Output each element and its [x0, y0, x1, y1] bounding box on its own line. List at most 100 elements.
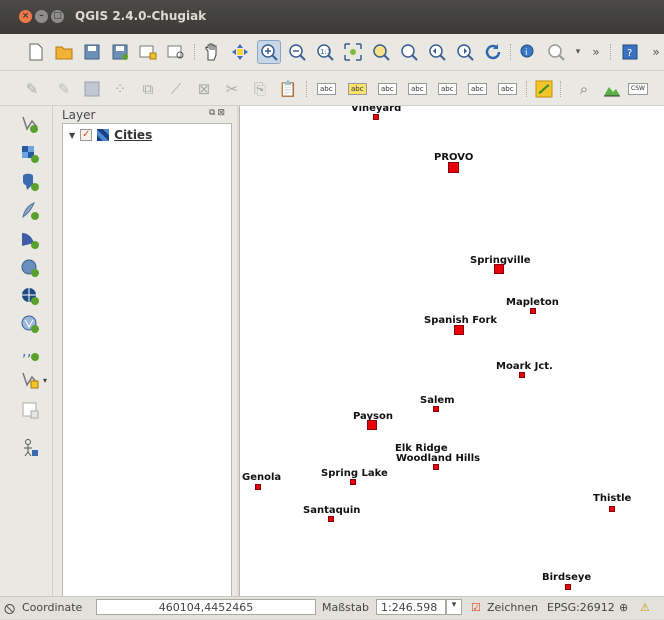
more-icon[interactable]: » — [584, 40, 608, 64]
digitize-pencil-icon[interactable]: ✎ — [20, 77, 44, 101]
zoom-to-layer-icon[interactable] — [369, 40, 393, 64]
city-point — [609, 506, 615, 512]
add-feature-icon[interactable]: ⁘ — [108, 77, 132, 101]
layer-name[interactable]: Cities — [114, 128, 152, 142]
add-raster-layer-icon[interactable] — [18, 142, 42, 166]
zoom-next-icon[interactable] — [453, 40, 477, 64]
svg-text:,: , — [27, 344, 31, 360]
chevron-down-icon[interactable]: ▾ — [40, 368, 50, 392]
toggle-edit-icon[interactable]: ✎ — [52, 77, 76, 101]
scale-combobox[interactable]: 1:246.598 — [376, 599, 446, 615]
zoom-native-icon[interactable]: 1:1 — [313, 40, 337, 64]
add-wcs-layer-icon[interactable] — [18, 284, 42, 308]
add-wms-layer-icon[interactable] — [18, 256, 42, 280]
pan-icon[interactable] — [200, 40, 224, 64]
copy-features-icon[interactable]: ⎘ — [248, 77, 272, 101]
node-tool-icon[interactable]: ⟋ — [164, 77, 188, 101]
rotate-label-icon[interactable]: abc — [468, 83, 487, 95]
city-label: Mapleton — [506, 297, 559, 308]
city-point — [367, 420, 377, 430]
paste-features-icon[interactable]: 📋 — [276, 77, 300, 101]
layer-visibility-checkbox[interactable]: ✓ — [80, 129, 93, 141]
add-mssql-layer-icon[interactable] — [18, 228, 42, 252]
pan-to-selection-icon[interactable] — [228, 40, 252, 64]
help-icon[interactable]: ? — [618, 40, 642, 64]
svg-text:1:1: 1:1 — [320, 48, 331, 56]
city-point — [519, 372, 525, 378]
more-icon-2[interactable]: » — [644, 40, 664, 64]
expand-arrow-icon[interactable]: ▼ — [69, 131, 75, 140]
city-point — [494, 264, 504, 274]
zoom-full-icon[interactable] — [341, 40, 365, 64]
new-shapefile-layer-icon[interactable] — [18, 368, 42, 392]
label-tool-icon[interactable]: abc — [317, 83, 336, 95]
refresh-icon[interactable] — [481, 40, 505, 64]
title-bar: × – □ QGIS 2.4.0-Chugiak — [0, 0, 664, 34]
city-label: Genola — [242, 472, 282, 483]
layer-labeling-icon[interactable]: abc — [348, 83, 367, 95]
zoom-to-selection-icon[interactable] — [397, 40, 421, 64]
main-toolbar: 1:1 i ▾ » ? » — [0, 34, 664, 71]
new-project-icon[interactable] — [24, 40, 48, 64]
plugin-icon[interactable] — [532, 77, 556, 101]
city-label: Spring Lake — [321, 468, 388, 479]
render-label: Zeichnen — [487, 601, 539, 614]
move-feature-icon[interactable]: ⧉ — [136, 77, 160, 101]
add-postgis-layer-icon[interactable] — [18, 170, 42, 194]
coordinate-label: Coordinate — [22, 601, 83, 614]
layer-row-cities[interactable]: ▼ ✓ Cities — [69, 128, 152, 142]
render-checkbox[interactable]: ☑ — [471, 601, 481, 614]
status-bar: 🛇 Coordinate 460104,4452465 Maßstab 1:24… — [0, 596, 664, 619]
new-print-composer-icon[interactable] — [136, 40, 160, 64]
layer-tree: ▼ ✓ Cities — [62, 123, 232, 599]
show-hide-labels-icon[interactable]: abc — [408, 83, 427, 95]
delete-selected-icon[interactable]: ⊠ — [192, 77, 216, 101]
terrain-icon[interactable] — [600, 77, 624, 101]
move-label-icon[interactable]: abc — [438, 83, 457, 95]
city-point — [448, 162, 459, 173]
city-point — [433, 464, 439, 470]
projection-globe-icon[interactable]: ⊕ — [619, 601, 628, 614]
map-canvas[interactable]: Vineyard PROVO Springville Mapleton Span… — [239, 106, 664, 596]
city-label: Woodland Hills — [396, 453, 481, 464]
city-point — [255, 484, 261, 490]
coordinate-toggle-icon[interactable]: 🛇 — [4, 601, 15, 620]
select-icon[interactable] — [544, 40, 568, 64]
remove-layer-icon[interactable] — [18, 398, 42, 422]
zoom-in-icon[interactable] — [257, 40, 281, 64]
csw-icon[interactable]: CSW — [628, 83, 648, 95]
add-vector-layer-icon[interactable] — [18, 112, 42, 136]
city-label: Vineyard — [351, 106, 402, 114]
close-window-button[interactable]: × — [19, 10, 32, 23]
maximize-window-button[interactable]: □ — [51, 10, 64, 23]
open-project-icon[interactable] — [52, 40, 76, 64]
crs-label[interactable]: EPSG:26912 — [547, 601, 615, 614]
change-label-icon[interactable]: abc — [498, 83, 517, 95]
layer-add-toolbar: ,, ▾ — [0, 106, 53, 596]
edit-toolbar: ✎ ✎ ⁘ ⧉ ⟋ ⊠ ✂ ⎘ 📋 abc abc abc abc abc ab… — [0, 71, 664, 106]
save-project-icon[interactable] — [80, 40, 104, 64]
zoom-last-icon[interactable] — [425, 40, 449, 64]
composer-manager-icon[interactable] — [164, 40, 188, 64]
zoom-out-icon[interactable] — [285, 40, 309, 64]
add-delimited-text-layer-icon[interactable]: ,, — [18, 340, 42, 364]
pin-labels-icon[interactable]: abc — [378, 83, 397, 95]
search-icon[interactable]: ⌕ — [572, 77, 596, 101]
layers-panel: Layer ⧉⊠ ▼ ✓ Cities — [53, 106, 237, 599]
identify-icon[interactable]: i — [516, 40, 540, 64]
add-wfs-layer-icon[interactable] — [18, 312, 42, 336]
save-edits-icon[interactable] — [80, 77, 104, 101]
city-point — [328, 516, 334, 522]
warning-icon[interactable]: ⚠ — [640, 601, 650, 614]
coordinate-field[interactable]: 460104,4452465 — [96, 599, 316, 615]
scale-dropdown-chevron-icon[interactable]: ▾ — [446, 599, 462, 615]
close-panel-icon[interactable]: ⊠ — [217, 108, 227, 118]
cut-features-icon[interactable]: ✂ — [220, 77, 244, 101]
city-point — [530, 308, 536, 314]
save-as-icon[interactable] — [108, 40, 132, 64]
minimize-window-button[interactable]: – — [35, 10, 48, 23]
svg-text:,: , — [22, 344, 26, 360]
add-spatialite-layer-icon[interactable] — [18, 199, 42, 223]
city-point — [373, 114, 379, 120]
add-gps-layer-icon[interactable] — [18, 436, 42, 460]
